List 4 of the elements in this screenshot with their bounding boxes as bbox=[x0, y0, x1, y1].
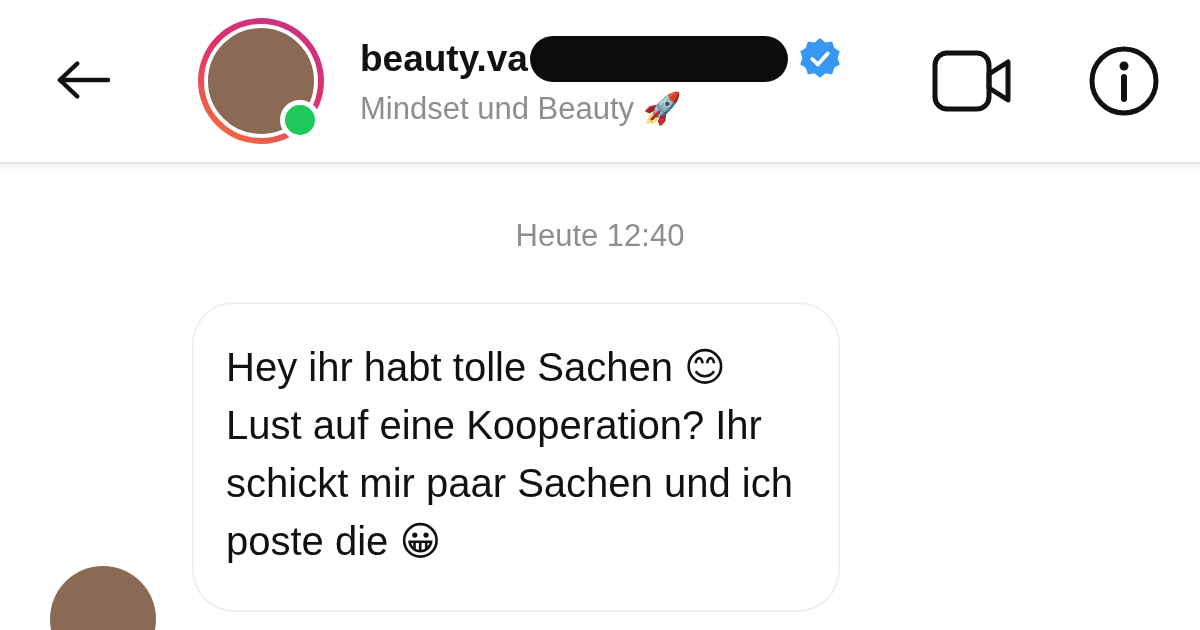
message-bubble: Hey ihr habt tolle Sachen 😊 Lust auf eine Kooperation? Ihr schickt mir paar Sachen und ich poste die 😀 bbox=[192, 302, 840, 612]
bio-subtitle: Mindset und Beauty 🚀 bbox=[360, 89, 683, 127]
timestamp: Heute 12:40 bbox=[515, 218, 685, 254]
username: beauty.va bbox=[360, 37, 528, 80]
